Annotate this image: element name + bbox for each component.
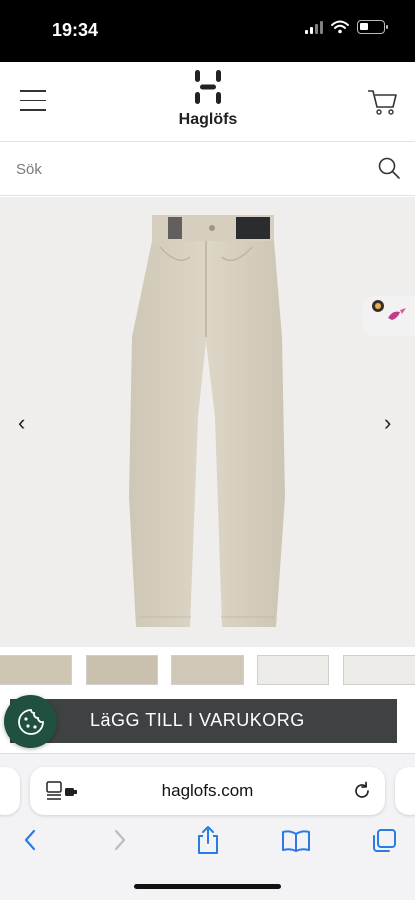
side-widget-icon xyxy=(372,300,406,320)
previous-tab-pill[interactable] xyxy=(0,767,20,815)
chevron-right-icon[interactable]: › xyxy=(384,410,391,436)
haglofs-logo-icon xyxy=(195,70,221,104)
back-icon[interactable] xyxy=(22,828,38,852)
cellular-signal-icon xyxy=(305,20,323,34)
bookmarks-icon[interactable] xyxy=(281,829,311,853)
cookie-icon xyxy=(17,708,44,735)
forward-icon[interactable] xyxy=(112,828,128,852)
url-text[interactable]: haglofs.com xyxy=(130,781,285,801)
reload-icon[interactable] xyxy=(352,781,372,801)
home-indicator xyxy=(134,884,281,889)
add-to-cart-label: LäGG TILL I VARUKORG xyxy=(90,710,305,730)
thumbnail[interactable] xyxy=(86,655,158,685)
cart-icon[interactable] xyxy=(366,86,398,123)
menu-icon[interactable] xyxy=(20,90,46,112)
pants-image xyxy=(129,215,285,627)
brand-logo[interactable]: Haglöfs xyxy=(178,70,238,129)
thumbnail[interactable] xyxy=(343,655,415,685)
brand-name: Haglöfs xyxy=(178,111,238,128)
next-tab-pill[interactable] xyxy=(395,767,415,815)
search-input[interactable] xyxy=(16,158,336,180)
thumbnail-strip xyxy=(0,655,415,685)
reader-icon[interactable] xyxy=(46,780,78,802)
side-widget[interactable] xyxy=(362,296,415,336)
thumbnail[interactable] xyxy=(257,655,329,685)
product-image[interactable] xyxy=(0,197,415,647)
wifi-icon xyxy=(331,20,349,34)
search-bar xyxy=(0,142,415,196)
chevron-left-icon[interactable]: ‹ xyxy=(18,410,25,436)
thumbnail[interactable] xyxy=(171,655,244,685)
thumbnail[interactable] xyxy=(0,655,72,685)
tabs-icon[interactable] xyxy=(371,828,397,854)
cookie-settings-button[interactable] xyxy=(4,695,57,748)
status-time: 19:34 xyxy=(52,20,99,40)
search-icon[interactable] xyxy=(377,156,401,185)
status-bar: 19:34 xyxy=(0,0,415,62)
battery-icon xyxy=(357,20,388,34)
status-icons xyxy=(305,20,388,34)
share-icon[interactable] xyxy=(195,825,221,855)
site-header: Haglöfs xyxy=(0,62,415,142)
